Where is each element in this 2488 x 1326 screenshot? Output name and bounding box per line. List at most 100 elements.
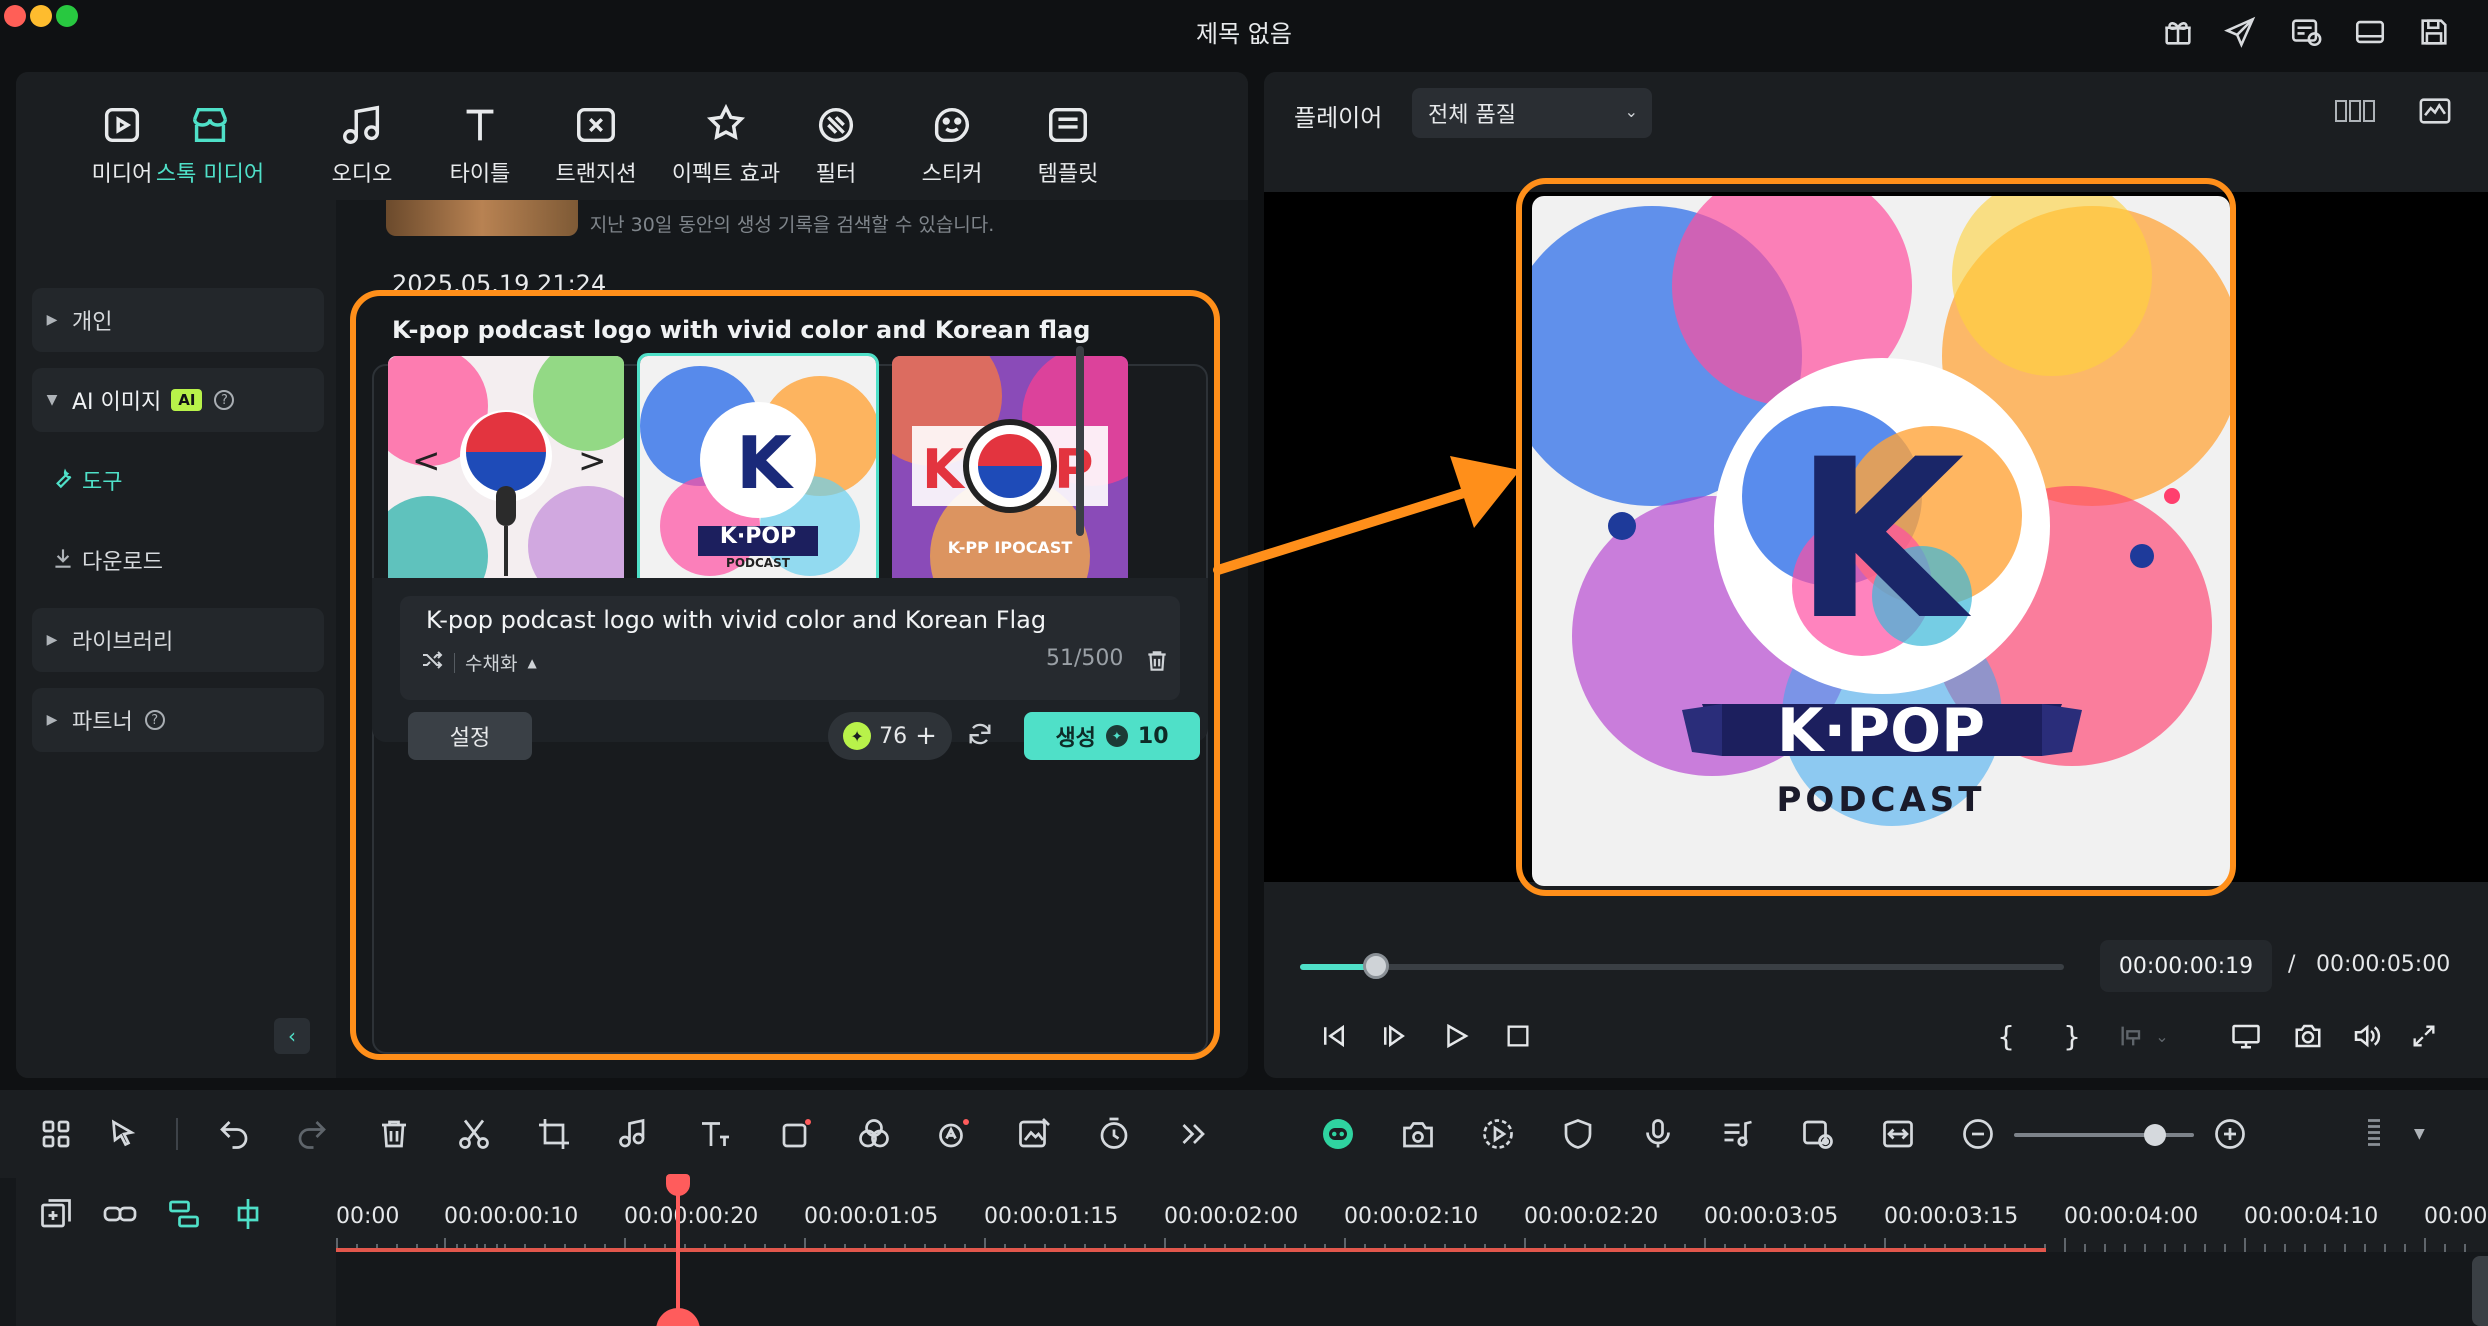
tab-title[interactable]: 타이틀 <box>424 102 536 192</box>
chevron-down-icon[interactable]: ▼ <box>2414 1126 2425 1142</box>
delete-icon[interactable] <box>372 1112 416 1156</box>
credits-pill[interactable]: ✦ 76 + <box>828 712 952 760</box>
quality-dropdown[interactable]: 전체 품질 ⌄ <box>1412 88 1652 138</box>
svg-text:K: K <box>736 421 794 505</box>
tab-effects[interactable]: 이펙트 효과 <box>656 102 796 192</box>
help-icon[interactable]: ? <box>214 390 235 410</box>
crop-icon[interactable] <box>532 1112 576 1156</box>
zoom-in-icon[interactable] <box>2208 1112 2252 1156</box>
mark-out-button[interactable]: } <box>2050 1014 2094 1058</box>
shuffle-icon[interactable] <box>420 648 444 677</box>
current-timecode[interactable]: 00:00:00:19 <box>2100 940 2272 992</box>
refresh-icon[interactable] <box>966 720 996 750</box>
result-thumbnail-2[interactable]: K K·POP PODCAST <box>637 353 879 595</box>
tab-audio[interactable]: 오디오 <box>306 102 418 192</box>
collapse-sidebar-button[interactable]: ‹ <box>274 1018 310 1054</box>
save-icon[interactable] <box>2414 12 2454 52</box>
zoom-slider-knob[interactable] <box>2144 1124 2166 1146</box>
thumbnail-subcaption: PODCAST <box>726 556 790 570</box>
prev-frame-icon[interactable] <box>1312 1014 1356 1058</box>
trash-icon[interactable] <box>1144 648 1172 676</box>
stop-icon[interactable] <box>1496 1014 1540 1058</box>
snapshot-icon[interactable] <box>2286 1014 2330 1058</box>
audio-edit-icon[interactable] <box>612 1112 656 1156</box>
zoom-slider[interactable] <box>2014 1133 2194 1137</box>
render-range-bar <box>336 1248 2046 1252</box>
preview-title: K·POP <box>1776 696 1986 766</box>
ruler-tick <box>2084 1244 2086 1252</box>
ai-tool-icon[interactable] <box>932 1112 976 1156</box>
tab-sticker[interactable]: 스티커 <box>896 102 1008 192</box>
layout-icon[interactable] <box>2350 12 2390 52</box>
ai-image-edit-icon[interactable] <box>1012 1112 1056 1156</box>
gift-icon[interactable] <box>2158 12 2198 52</box>
track-arrange-icon[interactable] <box>162 1192 206 1236</box>
redo-icon[interactable] <box>290 1112 334 1156</box>
results-scrollbar[interactable] <box>1076 346 1084 536</box>
sidebar-item-personal[interactable]: ▶ 개인 <box>32 288 324 352</box>
style-selector[interactable]: 수채화 ▲ <box>420 648 537 677</box>
tab-stock-media[interactable]: 스톡 미디어 <box>130 102 290 192</box>
ruler-tick <box>2184 1244 2186 1252</box>
zoom-out-icon[interactable] <box>1956 1112 2000 1156</box>
preview-image: K K·POP PODCAST <box>1532 196 2230 886</box>
tab-template[interactable]: 템플릿 <box>1012 102 1124 192</box>
progress-track[interactable] <box>1300 964 2064 970</box>
display-icon[interactable] <box>2224 1014 2268 1058</box>
sidebar-item-partner[interactable]: ▶ 파트너 ? <box>32 688 324 752</box>
track-height-icon[interactable] <box>2352 1112 2396 1156</box>
prompt-text[interactable]: K-pop podcast logo with vivid color and … <box>426 606 1046 634</box>
shape-icon[interactable] <box>774 1112 818 1156</box>
play-icon[interactable] <box>1434 1014 1478 1058</box>
tab-transition[interactable]: 트랜지션 <box>528 102 664 192</box>
chevron-down-icon[interactable]: ⌄ <box>2140 1014 2184 1058</box>
fit-width-icon[interactable] <box>1876 1112 1920 1156</box>
fullscreen-icon[interactable] <box>2402 1014 2446 1058</box>
chevron-down-icon: ▼ <box>46 392 58 408</box>
send-icon[interactable] <box>2220 12 2260 52</box>
result-thumbnail-1[interactable]: < > <box>388 356 624 592</box>
grid-view-icon[interactable] <box>2334 96 2378 132</box>
volume-icon[interactable] <box>2344 1014 2388 1058</box>
text-tool-icon[interactable] <box>692 1112 736 1156</box>
timer-icon[interactable] <box>1092 1112 1136 1156</box>
camera-effect-icon[interactable] <box>1396 1112 1440 1156</box>
timeline-scrollbar[interactable] <box>2472 1256 2488 1326</box>
color-icon[interactable] <box>852 1112 896 1156</box>
sidebar-item-library[interactable]: ▶ 라이브러리 <box>32 608 324 672</box>
generate-button[interactable]: 생성 ✦ 10 <box>1024 712 1200 760</box>
result-thumbnail-3[interactable]: K P K-PP IPOCAST <box>892 356 1128 592</box>
music-list-icon[interactable] <box>1716 1112 1760 1156</box>
select-tool-icon[interactable] <box>102 1112 146 1156</box>
generation-prompt: K-pop podcast logo with vivid color and … <box>392 316 1091 344</box>
more-tools-icon[interactable] <box>1172 1112 1216 1156</box>
microphone-icon[interactable] <box>1636 1112 1680 1156</box>
ai-assistant-icon[interactable] <box>1316 1112 1360 1156</box>
sidebar-item-tools[interactable]: 도구 <box>32 448 324 512</box>
sidebar-item-download[interactable]: 다운로드 <box>32 528 324 592</box>
help-icon[interactable]: ? <box>144 710 165 730</box>
schedule-icon[interactable] <box>2286 12 2326 52</box>
next-frame-icon[interactable] <box>1372 1014 1416 1058</box>
cut-icon[interactable] <box>452 1112 496 1156</box>
link-icon[interactable] <box>98 1192 142 1236</box>
settings-button[interactable]: 설정 <box>408 712 532 760</box>
undo-icon[interactable] <box>212 1112 256 1156</box>
mark-in-button[interactable]: { <box>1984 1014 2028 1058</box>
layout-grid-icon[interactable] <box>34 1112 78 1156</box>
ruler-tick <box>2244 1238 2246 1252</box>
preview-render-icon[interactable] <box>1796 1112 1840 1156</box>
sidebar-item-ai-image[interactable]: ▼ AI 이미지 AI ? <box>32 368 324 432</box>
playhead[interactable] <box>676 1174 680 1326</box>
progress-knob[interactable] <box>1363 953 1389 979</box>
snap-icon[interactable] <box>226 1192 270 1236</box>
play-circle-icon[interactable] <box>1476 1112 1520 1156</box>
ruler-tick-label: 00:00:01:15 <box>984 1204 1119 1229</box>
window-title: 제목 없음 <box>1196 20 1292 48</box>
shield-icon[interactable] <box>1556 1112 1600 1156</box>
add-track-icon[interactable] <box>34 1192 78 1236</box>
ruler-tick <box>2464 1244 2466 1252</box>
tab-filter[interactable]: 필터 <box>780 102 892 192</box>
scope-icon[interactable] <box>2416 94 2456 130</box>
plus-icon[interactable]: + <box>915 721 937 751</box>
